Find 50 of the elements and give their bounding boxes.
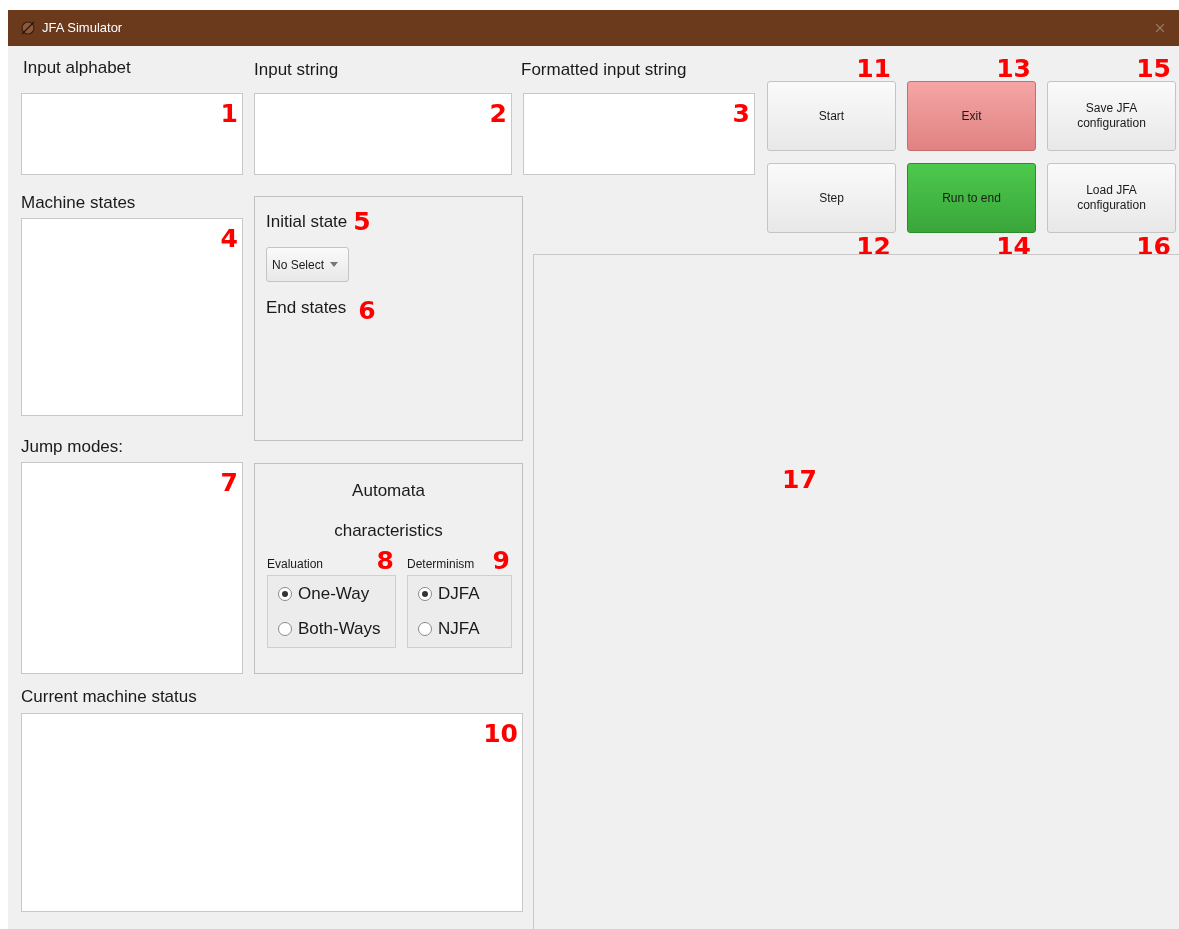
group-label: Evaluation [267,556,324,573]
window-title: JFA Simulator [42,19,123,38]
radio-button[interactable] [278,622,292,636]
radio-label: NJFA [438,618,480,641]
annotation-number: 2 [489,101,507,126]
annotation-number: 15 [1136,56,1171,81]
field-label: Current machine status [21,686,198,708]
annotation-number: 7 [220,470,238,495]
annotation-number: 10 [483,721,518,746]
annotation-number: 6 [358,298,376,323]
text-box[interactable] [21,462,243,674]
action-button[interactable]: Exit [907,81,1036,151]
text-box[interactable] [21,713,523,912]
annotation-number: 13 [996,56,1031,81]
text-box[interactable] [523,93,755,175]
field-label: Jump modes: [21,436,125,458]
radio-button[interactable] [418,587,432,601]
caret-icon [330,262,339,267]
annotation-number: 17 [782,467,817,492]
group-label: Determinism [407,556,475,573]
group-title: Automata [352,480,425,502]
logo-icon [20,20,36,36]
radio-label: DJFA [438,583,480,606]
field-label: Input string [254,59,340,81]
action-button[interactable]: Start [767,81,896,151]
annotation-number: 9 [492,548,510,573]
action-button[interactable]: Save JFA configuration [1047,81,1176,151]
radio-button[interactable] [278,587,292,601]
annotation-number: 8 [376,548,394,573]
field-label: Formatted input string [521,59,688,81]
field-label: Input alphabet [23,57,132,79]
field-label: End states [266,296,347,319]
annotation-number: 3 [732,101,750,126]
field-label: Initial state [266,210,348,233]
annotation-number: 4 [220,226,238,251]
close-icon[interactable] [1153,21,1167,35]
radio-label: Both-Ways [298,618,381,641]
radio-label: One-Way [298,583,370,606]
annotation-number: 1 [220,101,238,126]
text-box[interactable] [21,218,243,416]
annotation-number: 5 [353,209,371,234]
radio-button[interactable] [418,622,432,636]
action-button[interactable]: Load JFA configuration [1047,163,1176,233]
text-box[interactable] [254,93,512,175]
state-dropdown[interactable]: No Select [266,247,349,282]
text-box[interactable] [21,93,243,175]
action-button[interactable]: Step [767,163,896,233]
action-button[interactable]: Run to end [907,163,1036,233]
annotation-number: 11 [856,56,891,81]
field-label: Machine states [21,192,137,214]
